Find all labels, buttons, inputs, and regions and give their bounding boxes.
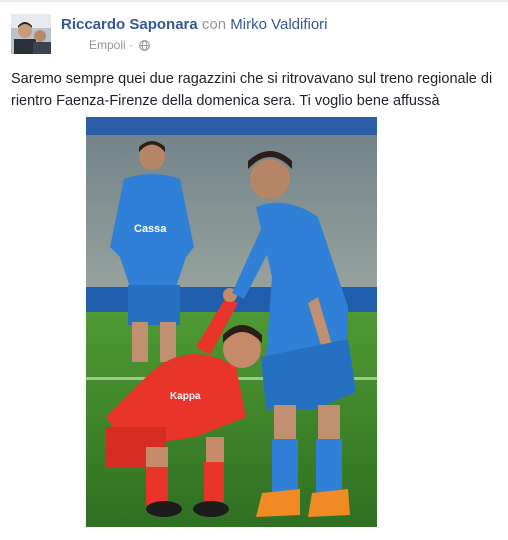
location-link[interactable]: Empoli [89,38,126,52]
post-header: Riccardo Saponara con Mirko Valdifiori [61,16,328,33]
author-name-link[interactable]: Riccardo Saponara [61,16,198,33]
globe-icon[interactable] [139,40,151,54]
tagged-friend-link[interactable]: Mirko Valdifiori [230,16,327,33]
football-photo: Cassa Kappa [86,117,377,527]
avatar-image [11,14,51,54]
red-jersey-text: Kappa [170,391,201,402]
post-photo[interactable]: Cassa Kappa [86,117,377,527]
top-divider [0,0,508,2]
bg-jersey-text: Cassa [134,223,167,235]
post-text: Saremo sempre quei due ragazzini che si … [11,71,493,109]
author-avatar[interactable] [11,14,51,54]
meta-separator: · [129,38,134,52]
post-meta: Empoli · [89,38,151,54]
with-text: con [201,16,227,33]
